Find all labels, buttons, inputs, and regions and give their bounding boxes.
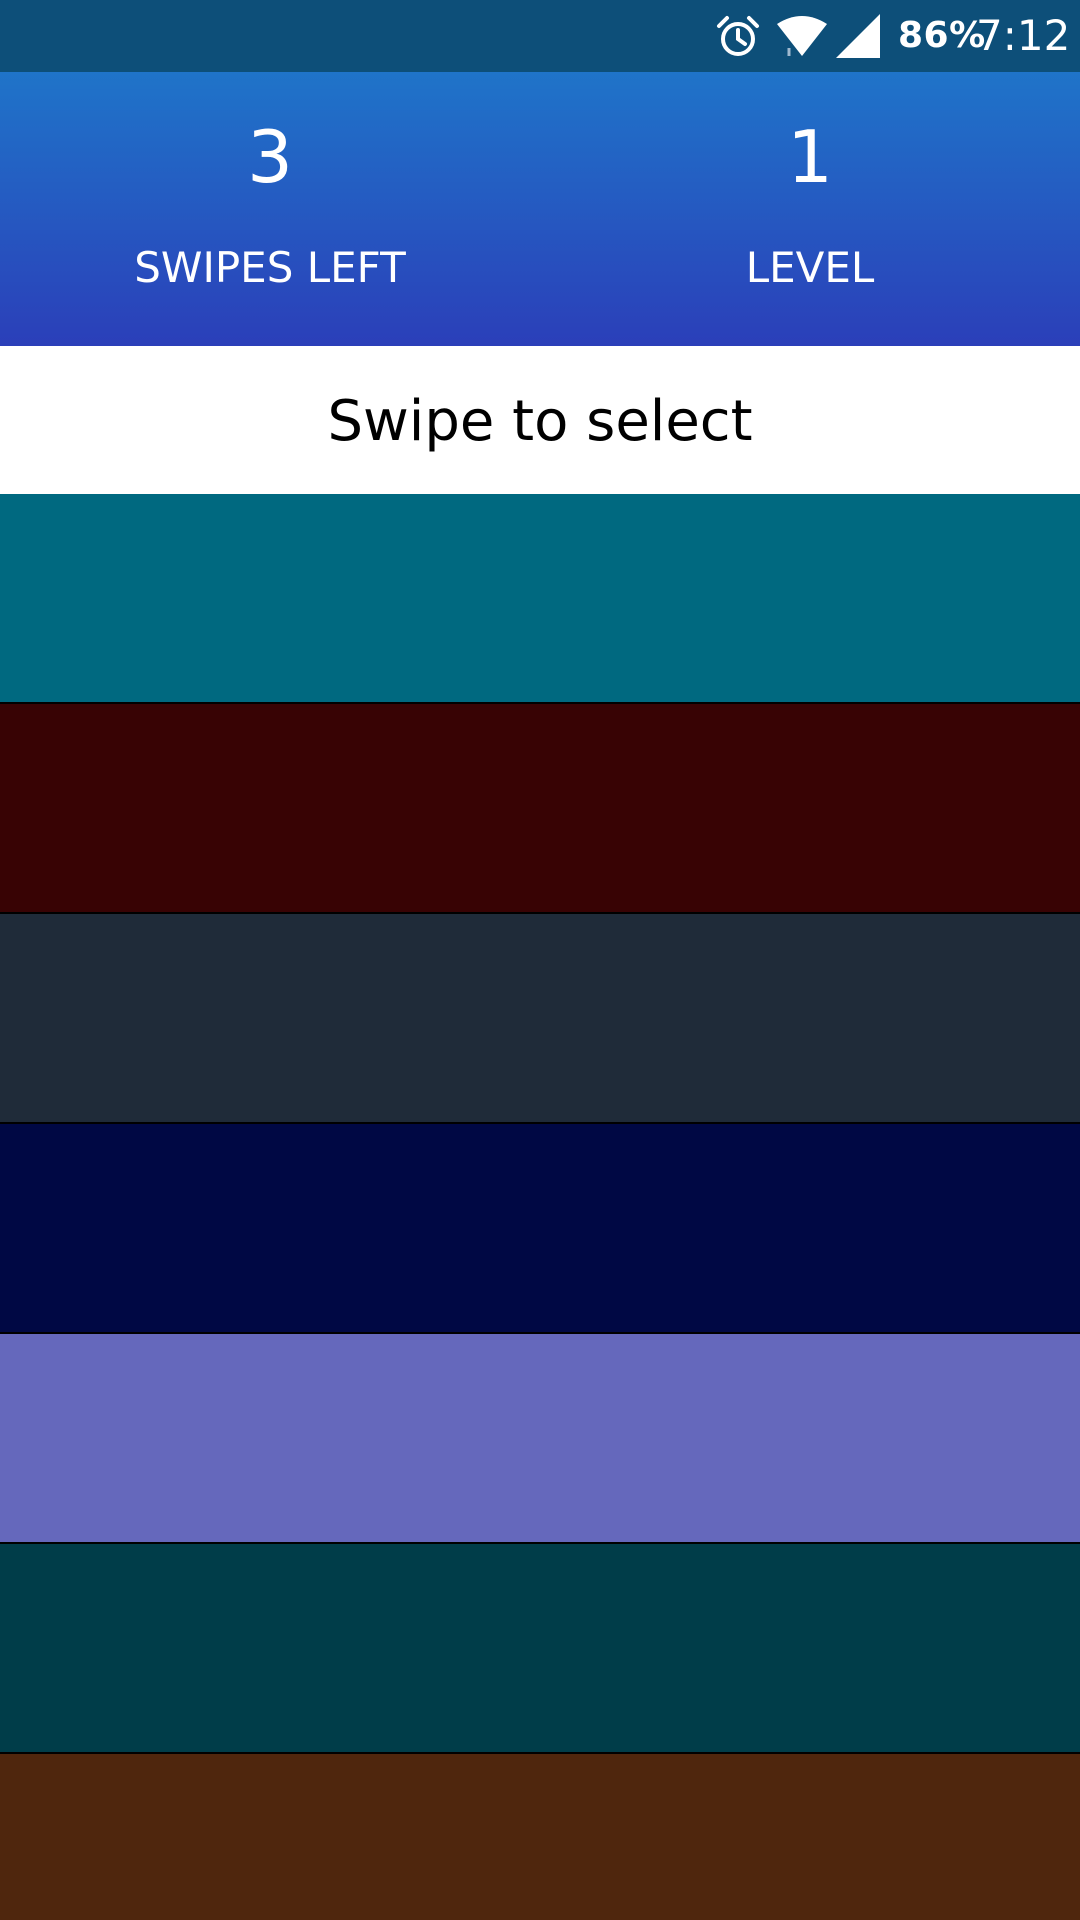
swipes-left-counter: 3 SWIPES LEFT	[0, 72, 540, 346]
color-strip[interactable]	[0, 1754, 1080, 1920]
instruction-text: Swipe to select	[327, 389, 753, 454]
color-strip[interactable]	[0, 1334, 1080, 1542]
wifi-icon	[777, 16, 827, 56]
swipes-left-value: 3	[247, 115, 293, 199]
color-strip-list[interactable]	[0, 494, 1080, 1920]
color-strip[interactable]	[0, 914, 1080, 1122]
color-strip[interactable]	[0, 1124, 1080, 1332]
swipes-left-label: SWIPES LEFT	[134, 243, 406, 292]
alarm-clock-icon	[717, 16, 759, 56]
level-value: 1	[787, 115, 833, 199]
battery-percentage: 86%	[898, 15, 986, 56]
level-label: LEVEL	[745, 243, 875, 292]
status-bar: 86% 7:12	[0, 0, 1080, 72]
color-strip[interactable]	[0, 704, 1080, 912]
color-strip[interactable]	[0, 494, 1080, 702]
status-time: 7:12	[976, 11, 1071, 60]
cell-signal-icon	[836, 14, 880, 58]
color-strip[interactable]	[0, 1544, 1080, 1752]
score-header: 3 SWIPES LEFT 1 LEVEL	[0, 72, 1080, 346]
level-counter: 1 LEVEL	[540, 72, 1080, 346]
instruction-bar: Swipe to select	[0, 346, 1080, 494]
